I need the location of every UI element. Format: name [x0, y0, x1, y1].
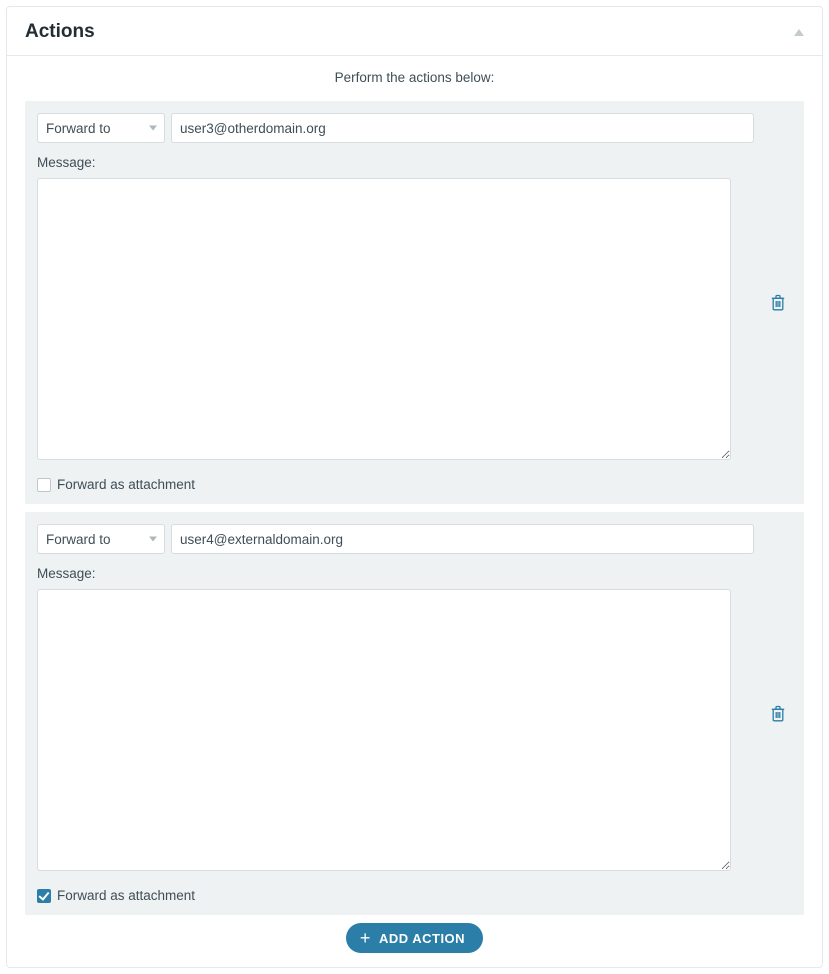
actions-panel: Actions Perform the actions below: Forwa…	[6, 6, 823, 968]
trash-icon	[770, 294, 786, 311]
checkbox-label: Forward as attachment	[57, 888, 195, 903]
action-row: Forward to Message: Forward as attachmen…	[25, 101, 804, 504]
trash-icon	[770, 705, 786, 722]
delete-action-button[interactable]	[764, 294, 792, 311]
action-type-select[interactable]: Forward to	[37, 524, 165, 554]
forward-target-input[interactable]	[171, 113, 754, 143]
action-row: Forward to Message: Forward as attachmen…	[25, 512, 804, 915]
forward-as-attachment-checkbox[interactable]: Forward as attachment	[37, 888, 754, 903]
add-action-label: ADD ACTION	[379, 931, 465, 946]
delete-action-button[interactable]	[764, 705, 792, 722]
panel-instruction: Perform the actions below:	[25, 56, 804, 101]
message-label: Message:	[37, 566, 754, 581]
action-first-row: Forward to	[37, 524, 754, 554]
checkbox-icon	[37, 889, 51, 903]
message-label: Message:	[37, 155, 754, 170]
forward-target-input[interactable]	[171, 524, 754, 554]
add-action-row: + ADD ACTION	[25, 923, 804, 953]
action-content: Forward to Message: Forward as attachmen…	[37, 113, 754, 492]
action-type-select[interactable]: Forward to	[37, 113, 165, 143]
action-content: Forward to Message: Forward as attachmen…	[37, 524, 754, 903]
panel-header: Actions	[7, 7, 822, 56]
panel-body: Perform the actions below: Forward to Me…	[7, 56, 822, 967]
action-first-row: Forward to	[37, 113, 754, 143]
plus-icon: +	[360, 929, 371, 947]
checkbox-label: Forward as attachment	[57, 477, 195, 492]
message-textarea[interactable]	[37, 178, 731, 460]
forward-as-attachment-checkbox[interactable]: Forward as attachment	[37, 477, 754, 492]
panel-title: Actions	[25, 21, 95, 43]
action-type-label: Forward to	[46, 532, 111, 547]
add-action-button[interactable]: + ADD ACTION	[346, 923, 483, 953]
action-type-label: Forward to	[46, 121, 111, 136]
collapse-toggle-icon[interactable]	[794, 29, 804, 36]
message-textarea[interactable]	[37, 589, 731, 871]
checkbox-icon	[37, 478, 51, 492]
